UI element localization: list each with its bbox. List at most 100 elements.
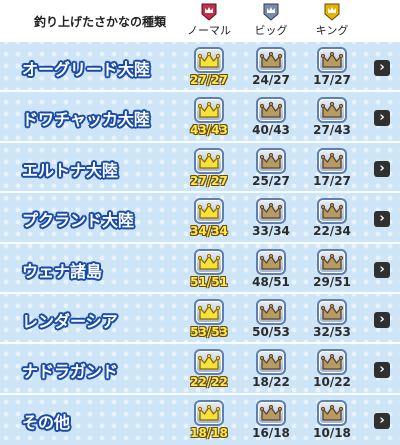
king-cell: 32/53 bbox=[307, 298, 357, 339]
region-name: オーグリード大陸 bbox=[22, 60, 151, 79]
gold-crown-icon bbox=[194, 47, 224, 73]
big-count: 16/18 bbox=[252, 425, 290, 440]
gold-crown-icon bbox=[194, 399, 224, 426]
bronze-crown-icon bbox=[317, 399, 347, 426]
header-title: 釣り上げたさかなの種類 bbox=[34, 15, 167, 29]
normal-cell: 27/27 bbox=[184, 147, 234, 188]
bronze-crown-icon bbox=[256, 198, 286, 225]
chevron-right-icon[interactable]: › bbox=[374, 211, 390, 228]
silver-crown-medal-icon bbox=[263, 3, 279, 21]
region-name: その他 bbox=[22, 412, 71, 432]
normal-count: 18/18 bbox=[190, 425, 228, 440]
normal-count: 27/27 bbox=[190, 73, 228, 87]
big-cell: 16/18 bbox=[246, 399, 296, 440]
column-label-normal: ノーマル bbox=[187, 24, 231, 37]
king-count: 10/22 bbox=[313, 375, 351, 390]
king-cell: 22/34 bbox=[307, 198, 357, 238]
king-cell: 10/22 bbox=[307, 349, 357, 389]
region-row[interactable]: ナドラガンド 22/22 18/22 10/22 › bbox=[0, 344, 400, 395]
king-cell: 27/43 bbox=[307, 97, 357, 137]
bronze-crown-icon bbox=[317, 97, 347, 124]
normal-cell: 22/22 bbox=[184, 349, 234, 389]
king-count: 29/51 bbox=[313, 274, 351, 289]
king-cell: 29/51 bbox=[307, 248, 357, 289]
bronze-crown-icon bbox=[256, 298, 286, 325]
gold-crown-medal-icon bbox=[324, 3, 340, 21]
red-crown-medal-icon bbox=[201, 3, 217, 21]
chevron-right-icon[interactable]: › bbox=[374, 412, 390, 429]
king-count: 10/18 bbox=[313, 425, 351, 440]
king-cell: 10/18 bbox=[307, 399, 357, 440]
normal-cell: 34/34 bbox=[184, 198, 234, 238]
bronze-crown-icon bbox=[317, 248, 347, 275]
normal-count: 34/34 bbox=[190, 224, 228, 239]
gold-crown-icon bbox=[194, 198, 224, 225]
chevron-right-icon[interactable]: › bbox=[374, 311, 390, 328]
big-cell: 48/51 bbox=[246, 248, 296, 289]
big-count: 18/22 bbox=[252, 375, 290, 390]
column-label-king: キング bbox=[315, 24, 349, 37]
region-name: プクランド大陸 bbox=[22, 211, 135, 231]
big-count: 25/27 bbox=[252, 173, 290, 188]
region-row[interactable]: ウェナ諸島 51/51 48/51 29/51 › bbox=[0, 244, 400, 294]
region-name: ウェナ諸島 bbox=[22, 261, 103, 281]
bronze-crown-icon bbox=[256, 349, 286, 376]
region-row[interactable]: ドワチャッカ大陸 43/43 40/43 27/43 › bbox=[0, 92, 400, 143]
region-row[interactable]: その他 18/18 16/18 10/18 › bbox=[0, 395, 400, 445]
gold-crown-icon bbox=[194, 298, 224, 325]
bronze-crown-icon bbox=[256, 97, 286, 124]
normal-count: 27/27 bbox=[190, 173, 228, 188]
king-count: 17/27 bbox=[313, 173, 351, 188]
bronze-crown-icon bbox=[256, 147, 286, 174]
normal-cell: 27/27 bbox=[184, 47, 234, 87]
region-row[interactable]: プクランド大陸 34/34 33/34 22/34 › bbox=[0, 193, 400, 244]
king-count: 27/43 bbox=[313, 123, 351, 138]
region-name: ナドラガンド bbox=[22, 362, 119, 382]
column-big: ビッグ bbox=[241, 3, 301, 38]
normal-cell: 53/53 bbox=[184, 298, 234, 339]
king-cell: 17/27 bbox=[307, 147, 357, 188]
big-count: 33/34 bbox=[252, 224, 290, 239]
column-label-big: ビッグ bbox=[254, 24, 288, 37]
gold-crown-icon bbox=[194, 248, 224, 275]
big-cell: 50/53 bbox=[246, 298, 296, 339]
bronze-crown-icon bbox=[317, 47, 347, 73]
region-name: エルトナ大陸 bbox=[22, 160, 119, 180]
normal-count: 43/43 bbox=[190, 123, 228, 138]
king-count: 17/27 bbox=[313, 73, 351, 87]
chevron-right-icon[interactable]: › bbox=[374, 160, 390, 177]
region-list: オーグリード大陸 27/27 24/27 17/27 › ドワチャッカ大陸 43… bbox=[0, 42, 400, 445]
bronze-crown-icon bbox=[256, 399, 286, 426]
normal-cell: 43/43 bbox=[184, 97, 234, 137]
big-cell: 18/22 bbox=[246, 349, 296, 389]
big-count: 40/43 bbox=[252, 123, 290, 138]
king-cell: 17/27 bbox=[307, 47, 357, 87]
column-normal: ノーマル bbox=[179, 3, 239, 38]
big-count: 24/27 bbox=[252, 73, 290, 87]
big-count: 48/51 bbox=[252, 274, 290, 289]
region-row[interactable]: エルトナ大陸 27/27 25/27 17/27 › bbox=[0, 143, 400, 194]
column-king: キング bbox=[302, 3, 362, 38]
region-name: ドワチャッカ大陸 bbox=[22, 110, 150, 130]
bronze-crown-icon bbox=[256, 248, 286, 275]
normal-count: 51/51 bbox=[190, 274, 228, 289]
fish-catalog-screen: 釣り上げたさかなの種類 ノーマル ビッグ キング オーグリード大陸 27/27 … bbox=[0, 0, 400, 445]
gold-crown-icon bbox=[194, 349, 224, 376]
big-cell: 40/43 bbox=[246, 97, 296, 137]
chevron-right-icon[interactable]: › bbox=[374, 261, 390, 278]
king-count: 22/34 bbox=[313, 224, 351, 239]
chevron-right-icon[interactable]: › bbox=[374, 362, 390, 379]
king-count: 32/53 bbox=[313, 324, 351, 339]
bronze-crown-icon bbox=[317, 147, 347, 174]
region-row[interactable]: レンダーシア 53/53 50/53 32/53 › bbox=[0, 294, 400, 345]
region-row[interactable]: オーグリード大陸 27/27 24/27 17/27 › bbox=[0, 42, 400, 93]
big-count: 50/53 bbox=[252, 324, 290, 339]
big-cell: 33/34 bbox=[246, 198, 296, 238]
normal-cell: 51/51 bbox=[184, 248, 234, 289]
chevron-right-icon[interactable]: › bbox=[374, 110, 390, 127]
gold-crown-icon bbox=[194, 97, 224, 124]
chevron-right-icon[interactable]: › bbox=[374, 60, 390, 76]
table-header: 釣り上げたさかなの種類 ノーマル ビッグ キング bbox=[0, 0, 400, 42]
bronze-crown-icon bbox=[317, 198, 347, 225]
normal-count: 22/22 bbox=[190, 375, 228, 390]
